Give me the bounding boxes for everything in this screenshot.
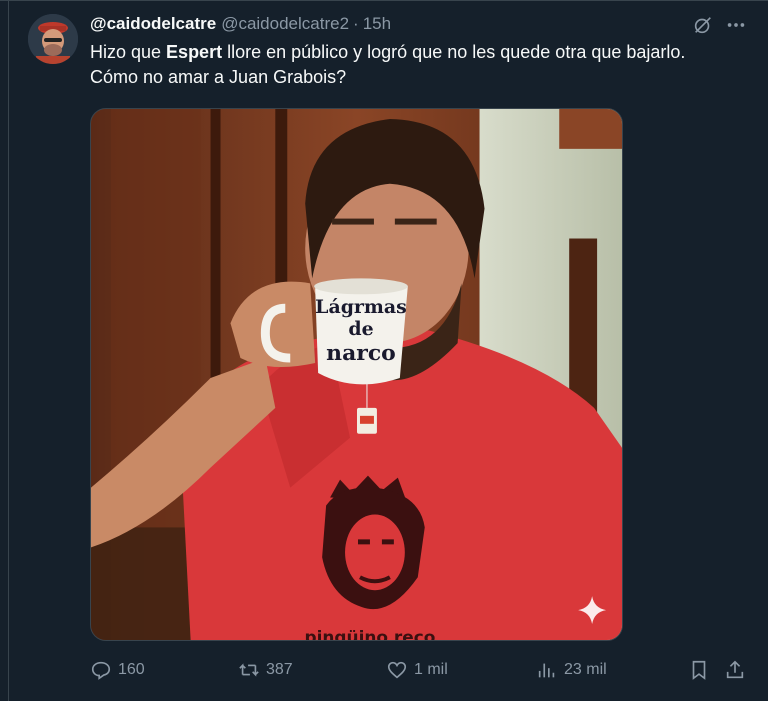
divider	[8, 0, 9, 701]
reply-button[interactable]: 160	[90, 656, 145, 684]
bookmark-icon	[692, 660, 706, 680]
reply-count: 160	[118, 661, 145, 678]
like-count: 1 mil	[414, 661, 448, 678]
tweet-header: @caidodelcatre @caidodelcatre2 · 15h	[90, 13, 391, 35]
divider	[0, 0, 768, 1]
tweet-text-line-1: Hizo que Espert llore en público y logró…	[90, 40, 750, 65]
tweet-text: Hizo que Espert llore en público y logró…	[90, 40, 750, 90]
views-button[interactable]: 23 mil	[536, 656, 607, 684]
more-icon[interactable]	[725, 14, 747, 36]
reply-icon	[91, 661, 111, 680]
separator: ·	[353, 14, 359, 33]
text-segment: Hizo que	[90, 42, 167, 62]
text-segment: llore en público y logró que no les qued…	[222, 42, 686, 62]
grok-icon[interactable]	[692, 14, 714, 36]
mug-text-line-1: Lágrmas	[315, 296, 407, 318]
shirt-text: pingüino reco	[304, 627, 435, 640]
retweet-icon	[239, 663, 259, 677]
action-bar: 160 387 1 mil 23 mil	[90, 656, 750, 684]
display-name[interactable]: @caidodelcatre	[90, 14, 216, 34]
tweet[interactable]: @caidodelcatre @caidodelcatre2 · 15h Hiz…	[0, 0, 768, 701]
views-icon	[538, 663, 555, 678]
timestamp[interactable]: 15h	[363, 14, 391, 34]
share-icon	[726, 660, 744, 679]
mug-text-line-2: de	[348, 318, 373, 340]
tweet-text-line-2: Cómo no amar a Juan Grabois?	[90, 67, 347, 87]
share-button[interactable]	[724, 656, 746, 684]
handle[interactable]: @caidodelcatre2	[221, 14, 349, 34]
views-count: 23 mil	[564, 661, 607, 678]
retweet-button[interactable]: 387	[238, 656, 293, 684]
retweet-count: 387	[266, 661, 293, 678]
like-button[interactable]: 1 mil	[386, 656, 448, 684]
like-icon	[387, 661, 407, 679]
avatar[interactable]	[28, 14, 78, 64]
mention-bold: Espert	[166, 42, 223, 62]
bookmark-button[interactable]	[688, 656, 710, 684]
tweet-image[interactable]: Lágrmas de narco pingüino reco	[90, 108, 623, 641]
mug-text-line-3: narco	[326, 340, 396, 366]
